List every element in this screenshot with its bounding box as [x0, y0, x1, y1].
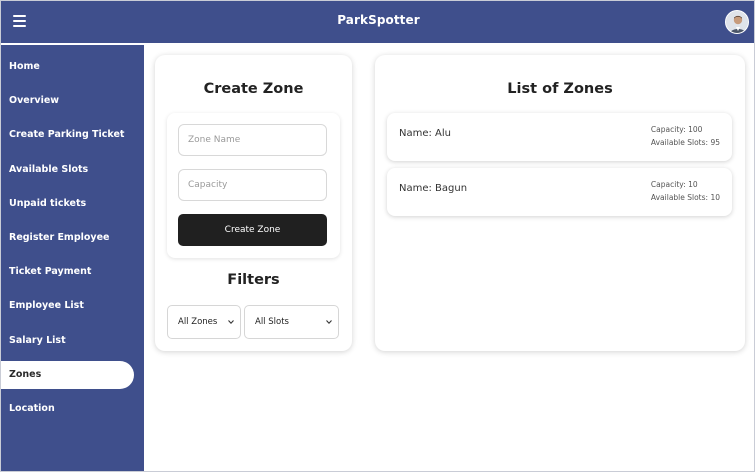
sidebar-item-zones[interactable]: Zones — [1, 361, 134, 389]
zone-list-item[interactable]: Name: Alu Capacity: 100 Available Slots:… — [387, 113, 732, 161]
zone-available-slots: Available Slots: 95 — [650, 138, 720, 147]
sidebar-item-home[interactable]: Home — [1, 53, 134, 81]
sidebar-item-location[interactable]: Location — [1, 395, 134, 423]
create-zone-form: Zone Name Capacity Create Zone — [167, 113, 340, 258]
chevron-down-icon — [326, 320, 332, 325]
slot-filter-value: All Slots — [255, 317, 289, 327]
avatar[interactable] — [725, 10, 749, 34]
zone-name: Name: Alu — [399, 128, 452, 139]
slot-filter-select[interactable]: All Slots — [244, 305, 339, 339]
sidebar-item-salary-list[interactable]: Salary List — [1, 327, 134, 355]
zones-list-title: List of Zones — [507, 81, 613, 97]
zone-available-slots: Available Slots: 10 — [650, 193, 720, 202]
zones-list-card: List of Zones Name: Alu Capacity: 100 Av… — [375, 55, 745, 351]
sidebar-item-overview[interactable]: Overview — [1, 87, 134, 115]
zone-filter-select[interactable]: All Zones — [167, 305, 241, 339]
create-zone-title: Create Zone — [203, 81, 304, 97]
capacity-input[interactable]: Capacity — [178, 169, 327, 201]
sidebar-item-employee-list[interactable]: Employee List — [1, 292, 134, 320]
chevron-down-icon — [228, 320, 234, 325]
app-window: ParkSpotter Home Overview Create Parking… — [0, 0, 755, 472]
sidebar-item-ticket-payment[interactable]: Ticket Payment — [1, 258, 134, 286]
create-zone-button[interactable]: Create Zone — [178, 214, 327, 246]
zone-name-input[interactable]: Zone Name — [178, 124, 327, 156]
zone-capacity: Capacity: 10 — [650, 180, 698, 189]
user-avatar-icon — [726, 11, 748, 33]
sidebar-item-register-employee[interactable]: Register Employee — [1, 224, 134, 252]
zone-list-item[interactable]: Name: Bagun Capacity: 10 Available Slots… — [387, 168, 732, 216]
sidebar-item-unpaid-tickets[interactable]: Unpaid tickets — [1, 190, 134, 218]
zone-meta: Capacity: 100 Available Slots: 95 — [651, 123, 720, 149]
zone-filter-value: All Zones — [178, 317, 218, 327]
filters-title: Filters — [227, 272, 280, 288]
zone-meta: Capacity: 10 Available Slots: 10 — [651, 178, 720, 204]
sidebar: Home Overview Create Parking Ticket Avai… — [1, 43, 144, 471]
sidebar-item-create-parking-ticket[interactable]: Create Parking Ticket — [1, 121, 134, 149]
sidebar-item-available-slots[interactable]: Available Slots — [1, 156, 134, 184]
top-bar: ParkSpotter — [1, 1, 754, 43]
app-title: ParkSpotter — [337, 13, 420, 27]
create-zone-card: Create Zone Zone Name Capacity Create Zo… — [155, 55, 352, 351]
zone-name: Name: Bagun — [399, 183, 468, 194]
zone-capacity: Capacity: 100 — [650, 125, 703, 134]
